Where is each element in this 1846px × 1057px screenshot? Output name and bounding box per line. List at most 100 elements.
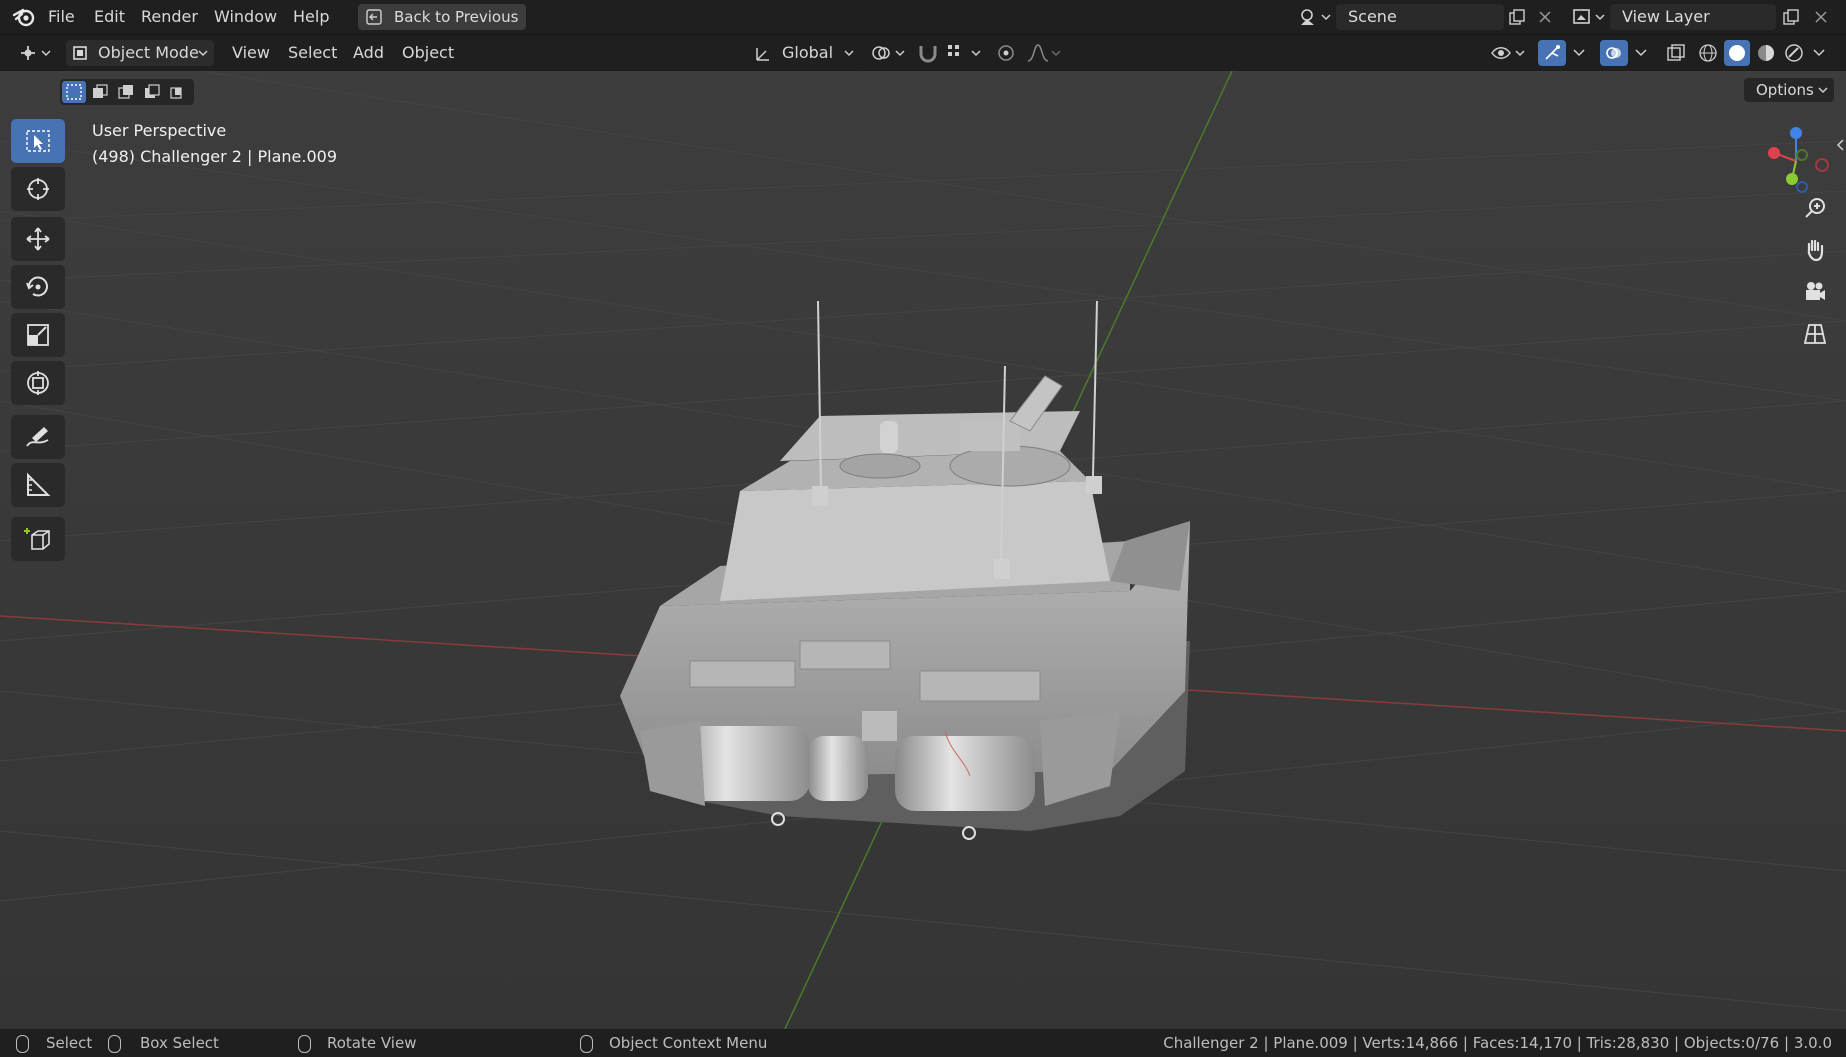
camera-view-button[interactable]: [1794, 271, 1834, 311]
select-box-tool[interactable]: [11, 119, 65, 163]
menu-object[interactable]: Object: [402, 40, 454, 66]
solid-shading-button[interactable]: [1724, 40, 1750, 66]
gizmo-z-axis-icon: [1790, 127, 1802, 139]
mouse-middle-icon: [298, 1035, 311, 1053]
cursor-tool[interactable]: [11, 167, 65, 211]
move-tool[interactable]: [11, 217, 65, 261]
chevron-down-icon[interactable]: [1812, 45, 1826, 59]
rotate-tool[interactable]: [11, 265, 65, 309]
chevron-down-icon[interactable]: [1634, 45, 1648, 59]
mouse-drag-icon: [108, 1035, 121, 1053]
snap-target-icon[interactable]: [946, 43, 986, 63]
gizmo-y-axis-icon: [1786, 173, 1798, 185]
annotate-tool[interactable]: [11, 415, 65, 459]
back-arrow-icon: [366, 9, 382, 25]
status-rotate-view: Rotate View: [327, 1034, 417, 1052]
wireframe-shading-icon[interactable]: [1698, 43, 1718, 63]
menu-render[interactable]: Render: [141, 6, 198, 28]
scale-icon: [27, 324, 49, 346]
menu-help[interactable]: Help: [293, 6, 329, 28]
add-cube-tool[interactable]: [11, 517, 65, 561]
perspective-label: User Perspective: [92, 121, 227, 140]
menu-view[interactable]: View: [232, 40, 270, 66]
select-new-button[interactable]: [62, 81, 86, 103]
scene-field[interactable]: Scene: [1336, 4, 1504, 30]
pan-view-button[interactable]: [1794, 229, 1834, 269]
delete-view-layer-icon[interactable]: [1814, 10, 1828, 24]
chevron-down-icon: [198, 50, 208, 57]
zoom-icon: [1805, 198, 1825, 218]
annotate-pencil-icon: [26, 427, 49, 447]
orientation-label: Global: [782, 43, 834, 62]
sidebar-toggle-icon[interactable]: [1834, 137, 1846, 153]
camera-icon: [1806, 282, 1825, 300]
chevron-down-icon: [844, 50, 854, 57]
overlays-toggle-button[interactable]: [1600, 40, 1628, 66]
menu-file[interactable]: File: [48, 6, 75, 28]
add-cube-icon: [24, 528, 50, 550]
viewport-header: Object Mode View Select Add Object Globa…: [0, 35, 1846, 71]
scene-name: Scene: [1348, 7, 1397, 26]
select-extend-icon[interactable]: [92, 84, 108, 100]
gizmo-toggle-button[interactable]: [1538, 40, 1566, 66]
status-context-menu: Object Context Menu: [609, 1034, 768, 1052]
scene-statistics: Challenger 2 | Plane.009 | Verts:14,866 …: [1163, 1034, 1832, 1052]
chevron-down-icon: [1818, 87, 1828, 94]
status-bar: Select Box Select Rotate View Object Con…: [0, 1029, 1846, 1057]
grid-floor: [0, 71, 1846, 1029]
back-to-previous-label: Back to Previous: [394, 8, 519, 26]
active-object-info: (498) Challenger 2 | Plane.009: [92, 147, 338, 166]
select-cursor-icon: [26, 130, 50, 152]
zoom-view-button[interactable]: [1794, 187, 1834, 227]
menu-edit[interactable]: Edit: [94, 6, 125, 28]
menu-window[interactable]: Window: [214, 6, 277, 28]
gizmo-x-axis-icon: [1768, 147, 1780, 159]
new-scene-icon[interactable]: [1508, 8, 1526, 26]
select-subtract-icon[interactable]: [118, 84, 134, 100]
3d-viewport[interactable]: User Perspective (498) Challenger 2 | Pl…: [0, 71, 1846, 1029]
toggle-perspective-button[interactable]: [1794, 313, 1834, 353]
falloff-icon[interactable]: [1026, 43, 1066, 63]
selection-mode-group: [60, 79, 194, 105]
crosshair-icon: [27, 178, 49, 200]
object-mode-icon: [73, 46, 87, 60]
transform-icon: [27, 371, 49, 395]
grid-perspective-icon: [1803, 324, 1827, 344]
scale-tool[interactable]: [11, 313, 65, 357]
delete-scene-icon[interactable]: [1538, 10, 1552, 24]
rendered-shading-icon[interactable]: [1784, 43, 1804, 63]
move-arrows-icon: [26, 227, 50, 251]
solid-shading-icon: [1729, 45, 1745, 61]
mode-label: Object Mode: [98, 43, 199, 62]
back-to-previous-button[interactable]: Back to Previous: [358, 4, 526, 30]
top-bar: File Edit Render Window Help Back to Pre…: [0, 0, 1846, 35]
select-intersect-icon[interactable]: [170, 84, 186, 100]
transform-tool[interactable]: [11, 361, 65, 405]
status-select: Select: [46, 1034, 93, 1052]
rotate-icon: [26, 276, 48, 297]
hand-icon: [1807, 239, 1824, 262]
menu-add[interactable]: Add: [353, 40, 384, 66]
proportional-editing-icon[interactable]: [996, 43, 1016, 63]
material-preview-icon[interactable]: [1756, 43, 1776, 63]
xray-toggle-icon[interactable]: [1666, 43, 1686, 63]
measure-tool[interactable]: [11, 463, 65, 507]
editor-type-icon[interactable]: [18, 43, 54, 63]
view-layer-field[interactable]: View Layer: [1610, 4, 1776, 30]
snap-toggle-icon[interactable]: [916, 42, 940, 64]
scene-icon[interactable]: [1298, 7, 1334, 27]
transform-orientation-dropdown[interactable]: Global: [748, 40, 858, 66]
pivot-point-icon[interactable]: [870, 43, 908, 63]
options-label: Options: [1756, 81, 1814, 99]
options-dropdown[interactable]: Options: [1744, 78, 1834, 102]
new-view-layer-icon[interactable]: [1782, 8, 1800, 26]
blender-logo-icon[interactable]: [12, 6, 36, 28]
view-layer-icon[interactable]: [1572, 7, 1608, 27]
select-difference-icon[interactable]: [144, 84, 160, 100]
mode-dropdown[interactable]: Object Mode: [66, 40, 214, 66]
chevron-down-icon[interactable]: [1572, 45, 1586, 59]
gizmo-icon: [1545, 45, 1560, 60]
orientation-icon: [756, 48, 769, 61]
menu-select[interactable]: Select: [288, 40, 337, 66]
visibility-icon[interactable]: [1490, 43, 1530, 63]
